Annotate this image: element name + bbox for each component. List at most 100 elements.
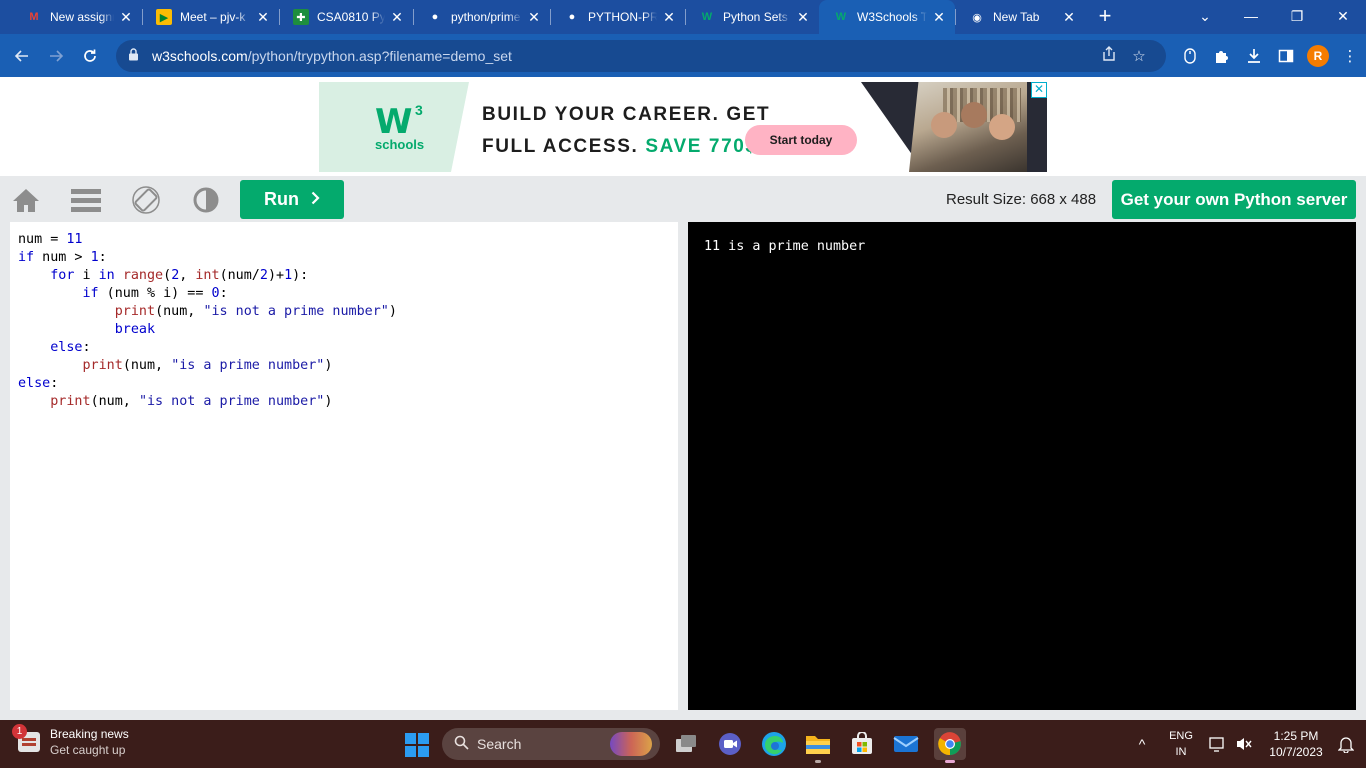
tab-close-icon[interactable]: ✕ (389, 9, 405, 25)
ad-photo (909, 82, 1027, 172)
ad-headline: BUILD YOUR CAREER. GET FULL ACCESS. SAVE… (482, 104, 771, 157)
browser-tab[interactable]: ● PYTHON-PRO ✕ (550, 0, 685, 34)
forward-icon[interactable] (40, 40, 72, 72)
browser-tab[interactable]: ▶ Meet – pjv-k ✕ (142, 0, 279, 34)
chevron-right-icon (311, 189, 320, 210)
run-button[interactable]: Run (240, 180, 344, 219)
start-today-button[interactable]: Start today (745, 125, 857, 155)
minimize-icon[interactable]: — (1228, 0, 1274, 32)
code-line: else: (18, 376, 59, 391)
profile-avatar[interactable]: R (1302, 40, 1334, 72)
news-widget[interactable]: 1 Breaking news Get caught up (12, 724, 129, 758)
tray-overflow-icon[interactable]: ^ (1130, 720, 1154, 768)
taskbar-search[interactable]: Search (442, 728, 660, 760)
menu-icon[interactable] (70, 184, 102, 216)
code-line: else: (50, 340, 91, 355)
close-window-icon[interactable]: ✕ (1320, 0, 1366, 32)
notifications-icon[interactable] (1334, 720, 1358, 768)
share-icon[interactable] (1094, 45, 1124, 66)
chrome-menu-icon[interactable]: ⋮ (1334, 40, 1366, 72)
microsoft-store-icon[interactable] (846, 728, 878, 760)
w3schools-icon: W (701, 11, 713, 23)
extensions-puzzle-icon[interactable] (1206, 40, 1238, 72)
news-title: Breaking news (50, 727, 129, 741)
home-icon[interactable] (10, 184, 42, 216)
tab-title: Meet – pjv-k (180, 10, 246, 24)
gmail-icon: M (29, 11, 39, 23)
tab-close-icon[interactable]: ✕ (931, 9, 947, 25)
lock-icon[interactable] (128, 47, 142, 64)
github-icon: ● (431, 11, 439, 23)
tab-title: W3Schools T (857, 10, 927, 24)
tab-title: Python Sets (723, 10, 788, 24)
chrome-taskbar-icon[interactable] (934, 728, 966, 763)
start-windows-icon[interactable] (405, 733, 429, 757)
restore-icon[interactable]: ❐ (1274, 0, 1320, 32)
task-view-icon[interactable] (670, 728, 702, 760)
tab-strip: M New assignme ✕ ▶ Meet – pjv-k ✕ ✚ CSA0810 Pyt… (0, 0, 1366, 34)
reload-icon[interactable] (74, 40, 106, 72)
teams-chat-icon[interactable] (714, 728, 746, 760)
google-classroom-icon: ✚ (293, 9, 309, 25)
search-icon (454, 735, 469, 753)
news-icon: 1 (12, 724, 40, 752)
tab-search-icon[interactable]: ⌄ (1182, 0, 1228, 32)
url-host: w3schools.com (152, 47, 248, 64)
w3schools-logo: W 3 schools (319, 82, 469, 172)
ad-close-icon[interactable]: ✕ (1031, 82, 1047, 98)
browser-tab[interactable]: ✚ CSA0810 Pyt ✕ (279, 0, 413, 34)
extension-mouse-icon[interactable] (1174, 40, 1206, 72)
tab-close-icon[interactable]: ✕ (118, 9, 134, 25)
code-line: if (num % i) == 0: (82, 286, 228, 301)
ad-banner[interactable]: W 3 schools BUILD YOUR CAREER. GET FULL … (319, 82, 1047, 172)
file-explorer-icon[interactable] (802, 728, 834, 763)
side-panel-icon[interactable] (1270, 40, 1302, 72)
browser-tab[interactable]: W Python Sets ✕ (685, 0, 819, 34)
download-icon[interactable] (1238, 40, 1270, 72)
browser-tab[interactable]: ◉ New Tab ✕ (955, 0, 1085, 34)
network-icon[interactable] (1206, 720, 1230, 768)
tab-title: New Tab (993, 10, 1040, 24)
rotate-layout-icon[interactable] (130, 184, 162, 216)
windows-taskbar: 1 Breaking news Get caught up Search ^ E… (0, 720, 1366, 768)
dark-mode-icon[interactable] (190, 184, 222, 216)
code-line: num = 11 (18, 232, 83, 247)
address-bar[interactable]: w3schools.com/python/trypython.asp?filen… (116, 39, 1166, 72)
result-output: 11 is a prime number (688, 222, 1356, 710)
window-controls: ⌄ — ❐ ✕ (1182, 0, 1366, 32)
tab-title: PYTHON-PRO (588, 10, 657, 24)
tab-close-icon[interactable]: ✕ (1061, 9, 1077, 25)
clock[interactable]: 1:25 PM 10/7/2023 (1262, 720, 1330, 768)
bookmark-star-icon[interactable]: ☆ (1124, 47, 1154, 65)
ad-area: W 3 schools BUILD YOUR CAREER. GET FULL … (0, 77, 1366, 176)
tab-close-icon[interactable]: ✕ (255, 9, 271, 25)
tab-close-icon[interactable]: ✕ (795, 9, 811, 25)
code-editor[interactable]: num = 11 if num > 1: for i in range(2, in… (10, 222, 678, 710)
result-size-label: Result Size: 668 x 488 (946, 191, 1097, 208)
new-tab-button[interactable]: + (1091, 3, 1119, 31)
code-line: break (114, 322, 156, 337)
search-placeholder: Search (477, 736, 522, 752)
github-icon: ● (568, 11, 576, 23)
volume-muted-icon[interactable] (1232, 720, 1256, 768)
code-line: print(num, "is not a prime number") (50, 394, 333, 409)
browser-tab[interactable]: W W3Schools T ✕ (819, 0, 955, 34)
google-meet-icon: ▶ (156, 9, 172, 25)
browser-tab[interactable]: M New assignme ✕ (12, 0, 142, 34)
edge-browser-icon[interactable] (758, 728, 790, 760)
back-icon[interactable] (6, 40, 38, 72)
chrome-icon: ◉ (972, 11, 982, 24)
tab-title: python/prime (451, 10, 521, 24)
news-subtitle: Get caught up (50, 743, 126, 757)
browser-tab[interactable]: ● python/prime ✕ (413, 0, 550, 34)
w3schools-icon: W (835, 11, 847, 23)
mail-icon[interactable] (890, 728, 922, 760)
language-indicator[interactable]: ENG IN (1162, 720, 1200, 768)
news-badge: 1 (12, 724, 27, 739)
code-line: print(num, "is a prime number") (82, 358, 333, 373)
tab-title: New assignme (50, 10, 114, 24)
tab-close-icon[interactable]: ✕ (661, 9, 677, 25)
tab-close-icon[interactable]: ✕ (526, 9, 542, 25)
get-python-server-button[interactable]: Get your own Python server (1112, 180, 1356, 219)
editor-toolbar: Run Result Size: 668 x 488 Get your own … (0, 176, 1366, 222)
